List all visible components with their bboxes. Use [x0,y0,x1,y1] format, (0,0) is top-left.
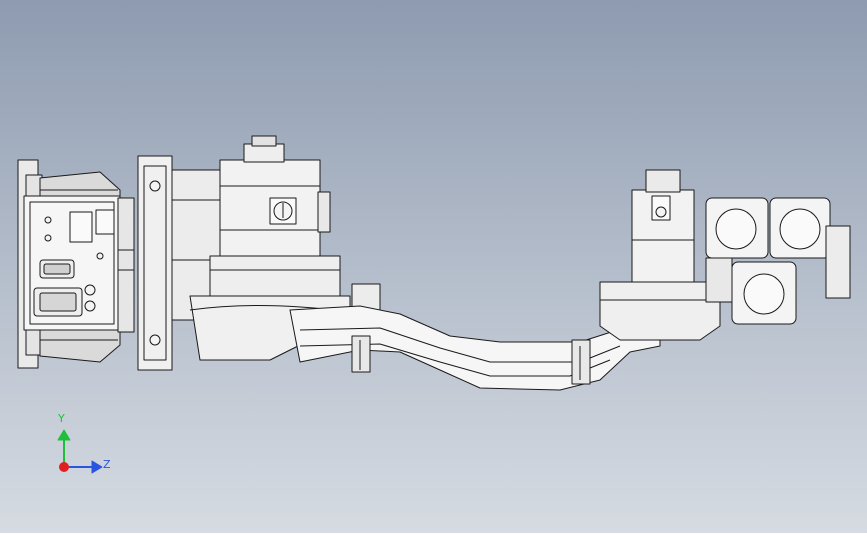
upper-motor-block[interactable] [209,135,341,297]
triad-z-label: Z [103,458,111,471]
elbow-joint[interactable] [599,169,721,341]
graphics-viewport[interactable]: Y Z [0,0,867,533]
triad-y-label: Y [58,412,65,425]
coordinate-triad [57,429,103,474]
wrist-motor-cluster[interactable] [705,197,851,325]
model-view[interactable] [0,0,867,533]
x-axis-dot [59,462,69,472]
base-gearbox[interactable] [17,159,135,369]
